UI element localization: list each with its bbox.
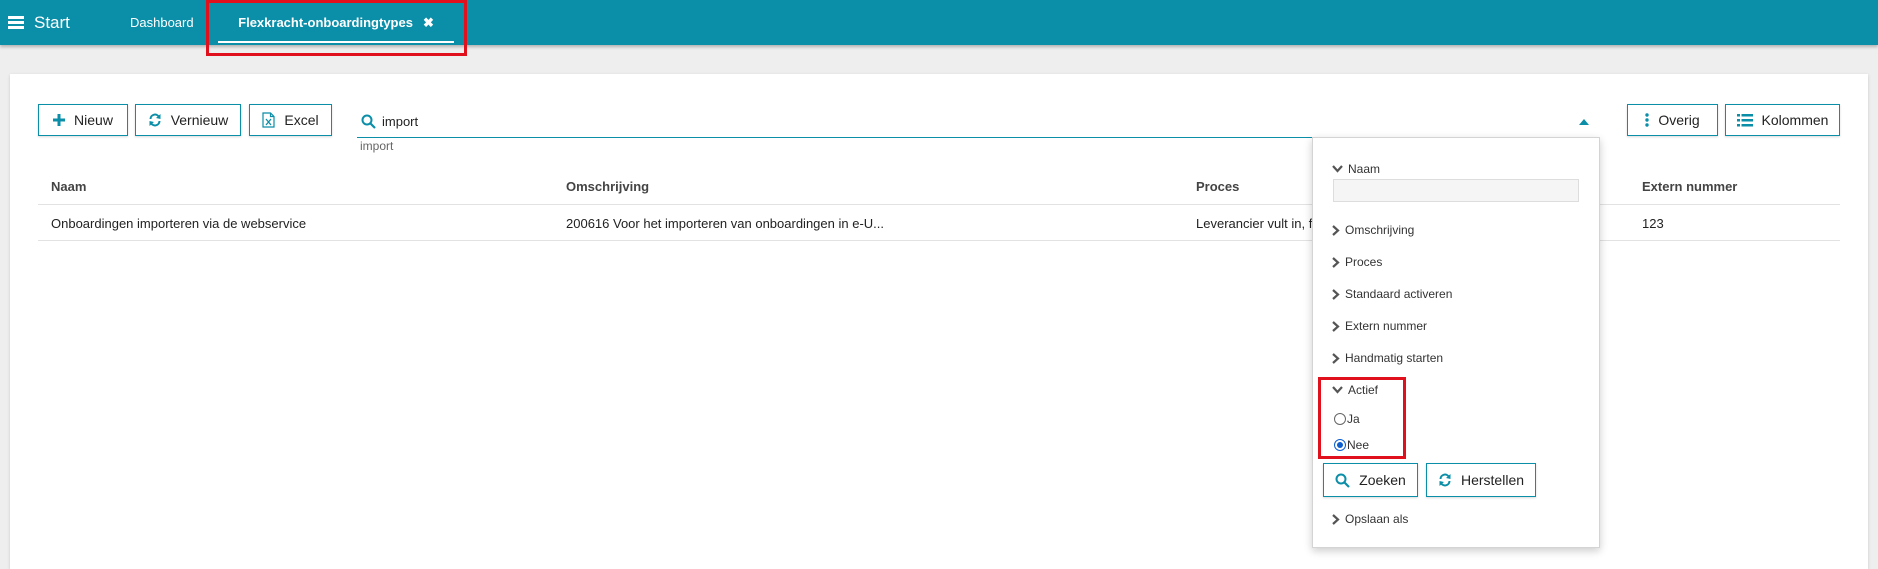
- chevron-right-icon: [1332, 224, 1340, 236]
- column-header-extern-nummer[interactable]: Extern nummer: [1642, 179, 1737, 194]
- vertical-dots-icon: [1645, 113, 1650, 127]
- filter-section-naam[interactable]: Naam: [1332, 162, 1380, 176]
- naam-filter-input[interactable]: [1333, 179, 1579, 202]
- actief-option-ja[interactable]: Ja: [1334, 412, 1360, 426]
- refresh-button-label: Vernieuw: [170, 112, 229, 128]
- hamburger-menu-icon[interactable]: [8, 16, 24, 29]
- excel-button[interactable]: Excel: [249, 104, 332, 136]
- filter-section-standaard-activeren[interactable]: Standaard activeren: [1332, 287, 1452, 301]
- more-button-label: Overig: [1658, 112, 1700, 128]
- column-header-naam[interactable]: Naam: [51, 179, 86, 194]
- search-input[interactable]: [382, 110, 1532, 132]
- filter-section-omschrijving[interactable]: Omschrijving: [1332, 223, 1414, 237]
- filter-section-proces-label: Proces: [1345, 255, 1383, 269]
- tab-dashboard[interactable]: Dashboard: [130, 0, 194, 45]
- chevron-right-icon: [1332, 513, 1340, 525]
- filter-section-extern-nummer-label: Extern nummer: [1345, 319, 1428, 333]
- chevron-down-icon: [1332, 386, 1343, 394]
- tab-flexkracht-label: Flexkracht-onboardingtypes: [238, 15, 413, 30]
- reset-filter-button-label: Herstellen: [1460, 472, 1525, 488]
- search-filter-button-label: Zoeken: [1359, 472, 1406, 488]
- filter-section-omschrijving-label: Omschrijving: [1345, 223, 1415, 237]
- search-hint: import: [360, 139, 394, 153]
- filter-section-handmatig-starten[interactable]: Handmatig starten: [1332, 351, 1443, 365]
- column-header-omschrijving[interactable]: Omschrijving: [566, 179, 649, 194]
- search-icon: [1335, 473, 1350, 488]
- chevron-right-icon: [1332, 256, 1340, 268]
- refresh-button[interactable]: Vernieuw: [135, 104, 241, 136]
- radio-nee[interactable]: [1334, 439, 1346, 451]
- column-header-proces[interactable]: Proces: [1196, 179, 1239, 194]
- search-icon: [361, 114, 376, 134]
- tab-dashboard-label: Dashboard: [130, 15, 194, 30]
- new-button[interactable]: Nieuw: [38, 104, 128, 136]
- search-filter-button[interactable]: Zoeken: [1323, 463, 1418, 497]
- chevron-right-icon: [1332, 288, 1340, 300]
- radio-nee-label: Nee: [1347, 438, 1370, 452]
- filter-section-standaard-activeren-label: Standaard activeren: [1345, 287, 1453, 301]
- excel-file-icon: [262, 112, 275, 128]
- filter-section-handmatig-starten-label: Handmatig starten: [1345, 351, 1444, 365]
- filter-section-naam-label: Naam: [1348, 162, 1381, 176]
- cell-naam: Onboardingen importeren via de webservic…: [51, 216, 307, 231]
- top-navigation-bar: Start Dashboard Flexkracht-onboardingtyp…: [0, 0, 1878, 45]
- save-as-label: Opslaan als: [1345, 512, 1409, 526]
- filter-section-actief-label: Actief: [1348, 383, 1379, 397]
- excel-button-label: Excel: [284, 112, 319, 128]
- refresh-icon: [148, 113, 162, 127]
- cell-omschrijving: 200616 Voor het importeren van onboardin…: [566, 216, 884, 231]
- save-as-section[interactable]: Opslaan als: [1332, 512, 1408, 526]
- filter-dropdown-panel: Naam Omschrijving Proces Standaard activ…: [1312, 137, 1600, 548]
- filter-section-actief[interactable]: Actief: [1332, 383, 1378, 397]
- start-label: Start: [34, 12, 70, 32]
- start-menu-button[interactable]: Start: [8, 0, 70, 45]
- cell-proces: Leverancier vult in, f: [1196, 216, 1313, 231]
- chevron-down-icon: [1332, 165, 1343, 173]
- chevron-right-icon: [1332, 352, 1340, 364]
- search-bar: [357, 106, 1597, 138]
- more-button[interactable]: Overig: [1627, 104, 1718, 136]
- radio-ja-label: Ja: [1347, 412, 1360, 426]
- actief-option-nee[interactable]: Nee: [1334, 438, 1369, 452]
- collapse-filter-caret-icon[interactable]: [1579, 119, 1589, 125]
- filter-section-proces[interactable]: Proces: [1332, 255, 1382, 269]
- columns-button[interactable]: Kolommen: [1725, 104, 1840, 136]
- refresh-icon: [1438, 473, 1452, 487]
- radio-ja[interactable]: [1334, 413, 1346, 425]
- reset-filter-button[interactable]: Herstellen: [1426, 463, 1536, 497]
- filter-section-extern-nummer[interactable]: Extern nummer: [1332, 319, 1427, 333]
- list-columns-icon: [1736, 113, 1753, 127]
- columns-button-label: Kolommen: [1761, 112, 1829, 128]
- new-button-label: Nieuw: [74, 112, 113, 128]
- tab-flexkracht-onboardingtypes[interactable]: Flexkracht-onboardingtypes ✖: [218, 0, 454, 45]
- plus-icon: [53, 114, 66, 126]
- chevron-right-icon: [1332, 320, 1340, 332]
- cell-extern-nummer: 123: [1642, 216, 1664, 231]
- close-tab-icon[interactable]: ✖: [423, 15, 434, 31]
